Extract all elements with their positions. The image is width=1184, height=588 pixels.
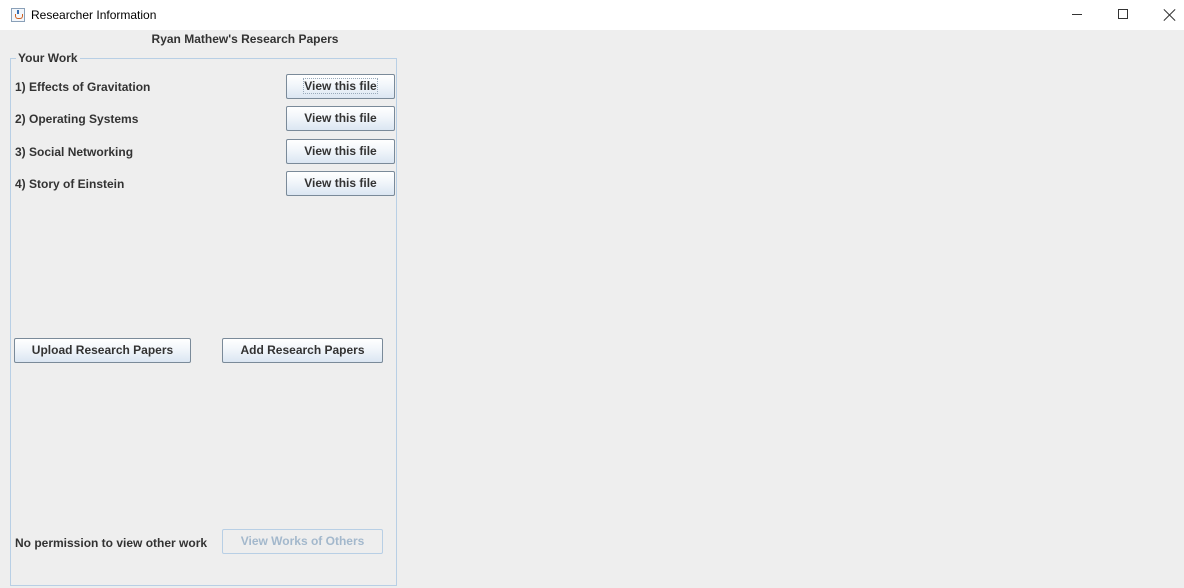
view-file-button-2[interactable]: View this file [286,106,395,131]
your-work-group-title: Your Work [16,51,80,65]
paper-label-2: 2) Operating Systems [15,112,139,126]
add-button-label: Add Research Papers [240,343,365,357]
add-research-papers-button[interactable]: Add Research Papers [222,338,383,363]
paper-label-1: 1) Effects of Gravitation [15,80,151,94]
minimize-icon [1072,14,1082,15]
upload-research-papers-button[interactable]: Upload Research Papers [14,338,191,363]
upload-button-label: Upload Research Papers [31,343,174,357]
permission-message: No permission to view other work [15,536,208,550]
view-file-button-4[interactable]: View this file [286,171,395,196]
view-file-button-label: View this file [304,111,377,125]
view-others-button-label: View Works of Others [240,534,365,548]
view-file-button-3[interactable]: View this file [286,139,395,164]
maximize-button[interactable] [1100,0,1146,30]
maximize-icon [1118,9,1128,19]
view-file-button-1[interactable]: View this file [286,74,395,99]
page-title: Ryan Mathew's Research Papers [151,32,339,46]
java-app-icon [11,8,25,22]
window-title: Researcher Information [31,8,157,22]
minimize-button[interactable] [1054,0,1100,30]
view-file-button-label: View this file [304,176,377,190]
view-file-button-label: View this file [304,144,377,158]
paper-label-3: 3) Social Networking [15,145,134,159]
close-icon [1163,8,1177,22]
title-bar: Researcher Information [0,0,1184,30]
your-work-panel [10,58,397,586]
view-file-button-label: View this file [303,78,378,94]
paper-label-4: 4) Story of Einstein [15,177,125,191]
close-button[interactable] [1146,0,1184,30]
view-works-of-others-button[interactable]: View Works of Others [222,529,383,554]
